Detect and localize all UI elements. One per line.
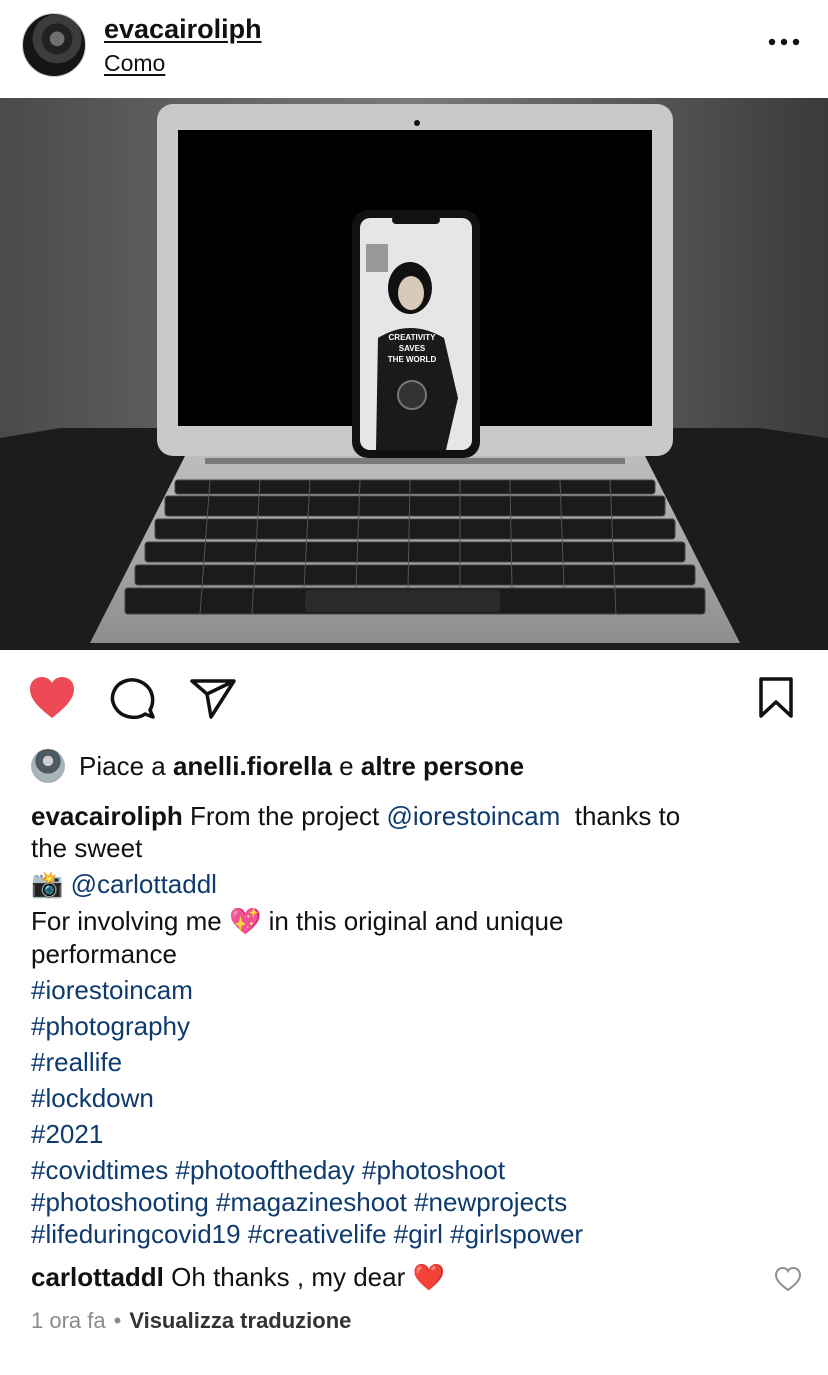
post-username[interactable]: evacairoliph xyxy=(104,14,262,45)
caption-line: the sweet xyxy=(31,833,143,863)
action-bar xyxy=(0,650,828,746)
shirt-text-line-3: THE WORLD xyxy=(388,355,437,364)
comment-meta: 1 ora fa • Visualizza traduzione xyxy=(31,1308,351,1334)
likes-text: Piace a anelli.fiorella e altre persone xyxy=(79,751,525,781)
hashtag[interactable]: #reallife xyxy=(31,1046,801,1078)
red-heart-emoji: ❤️ xyxy=(412,1263,445,1293)
camera-flash-emoji: 📸 xyxy=(31,870,64,900)
caption-author[interactable]: evacairoliph xyxy=(31,801,183,831)
post-photo[interactable]: CREATIVITY SAVES THE WORLD xyxy=(0,98,828,650)
comment-username[interactable]: carlottaddl xyxy=(31,1262,164,1292)
share-send-icon[interactable] xyxy=(189,677,237,721)
post-caption: evacairoliph From the project @iorestoin… xyxy=(31,800,801,1250)
hashtag[interactable]: #2021 xyxy=(31,1118,801,1150)
hashtag[interactable]: #photoshooting #magazineshoot #newprojec… xyxy=(31,1186,801,1218)
comment-text: Oh thanks , my dear xyxy=(171,1262,406,1292)
likes-summary[interactable]: Piace a anelli.fiorella e altre persone xyxy=(31,748,811,786)
post-header: evacairoliph Como xyxy=(0,0,828,98)
hashtag[interactable]: #lockdown xyxy=(31,1082,801,1114)
post-location[interactable]: Como xyxy=(104,50,165,77)
avatar[interactable] xyxy=(22,13,86,77)
comment-like-heart-icon[interactable] xyxy=(774,1266,802,1292)
like-heart-icon[interactable] xyxy=(28,676,76,720)
hashtag[interactable]: #covidtimes #photooftheday #photoshoot xyxy=(31,1154,801,1186)
liker-username[interactable]: anelli.fiorella xyxy=(173,751,332,781)
laptop-photo-image: CREATIVITY SAVES THE WORLD xyxy=(0,98,828,650)
view-translation-link[interactable]: Visualizza traduzione xyxy=(129,1308,351,1333)
mention-iorestoincam[interactable]: @iorestoincam xyxy=(387,801,561,831)
shirt-text-line-2: SAVES xyxy=(399,344,426,353)
shirt-text-line-1: CREATIVITY xyxy=(389,333,437,342)
hashtag[interactable]: #iorestoincam xyxy=(31,974,801,1006)
save-bookmark-icon[interactable] xyxy=(756,676,796,720)
sparkling-heart-emoji: 💖 xyxy=(228,907,262,937)
separator-dot: • xyxy=(113,1308,122,1333)
comment-row: carlottaddl Oh thanks , my dear ❤️ xyxy=(31,1262,445,1293)
likes-others-link[interactable]: altre persone xyxy=(361,751,524,781)
mention-carlottaddl[interactable]: @carlottaddl xyxy=(71,869,217,899)
comment-icon[interactable] xyxy=(110,677,156,721)
hashtag[interactable]: #photography xyxy=(31,1010,801,1042)
comment-time: 1 ora fa xyxy=(31,1308,106,1333)
liker-avatar[interactable] xyxy=(31,749,65,783)
hashtag[interactable]: #lifeduringcovid19 #creativelife #girl #… xyxy=(31,1218,801,1250)
caption-line: performance xyxy=(31,939,177,969)
more-options-icon[interactable] xyxy=(764,32,804,52)
